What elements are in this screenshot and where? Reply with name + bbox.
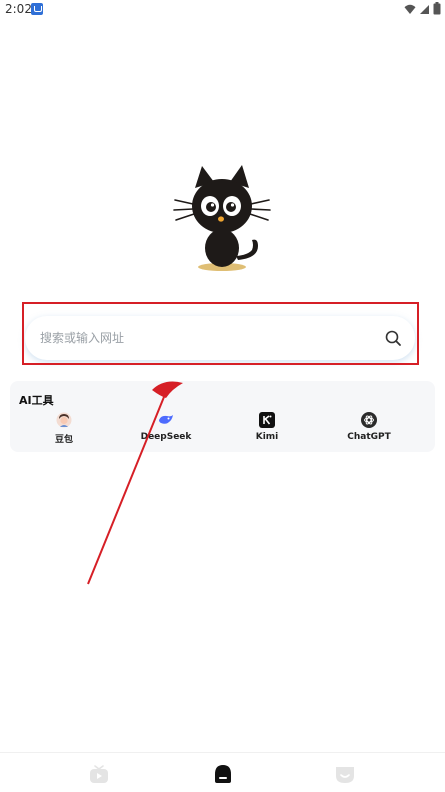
ai-tool-chatgpt[interactable]: ChatGPT: [334, 412, 404, 444]
kimi-icon: [259, 412, 275, 428]
deepseek-icon: [159, 415, 173, 424]
ai-tool-label: Kimi: [255, 432, 279, 442]
black-cat-mascot: [173, 165, 271, 271]
wifi-icon: [404, 4, 416, 14]
signal-icon: [420, 4, 429, 14]
ai-tool-deepseek[interactable]: DeepSeek: [131, 412, 201, 444]
notification-app-icon: [31, 3, 43, 15]
status-time: 2:02: [5, 2, 32, 16]
chatgpt-icon: [361, 412, 377, 428]
bottom-nav: [0, 752, 445, 792]
status-bar: 2:02: [0, 0, 445, 20]
search-highlight-box: [22, 302, 419, 365]
ai-tool-kimi[interactable]: Kimi: [232, 412, 302, 444]
ai-tool-label: DeepSeek: [140, 432, 192, 442]
tv-icon[interactable]: [88, 763, 110, 785]
ai-tool-label: ChatGPT: [347, 432, 391, 442]
home-icon[interactable]: [212, 763, 234, 785]
ai-tool-doubao[interactable]: 豆包: [29, 412, 99, 445]
status-icons: [404, 2, 441, 15]
ai-tool-label: 豆包: [54, 435, 73, 445]
battery-icon: [433, 2, 441, 15]
doubao-icon: [56, 412, 72, 428]
ai-tools-title: AI工具: [19, 394, 54, 407]
face-icon[interactable]: [334, 763, 356, 785]
ai-tools-panel: AI工具 豆包 DeepSeek Kimi ChatGPT: [10, 381, 435, 452]
